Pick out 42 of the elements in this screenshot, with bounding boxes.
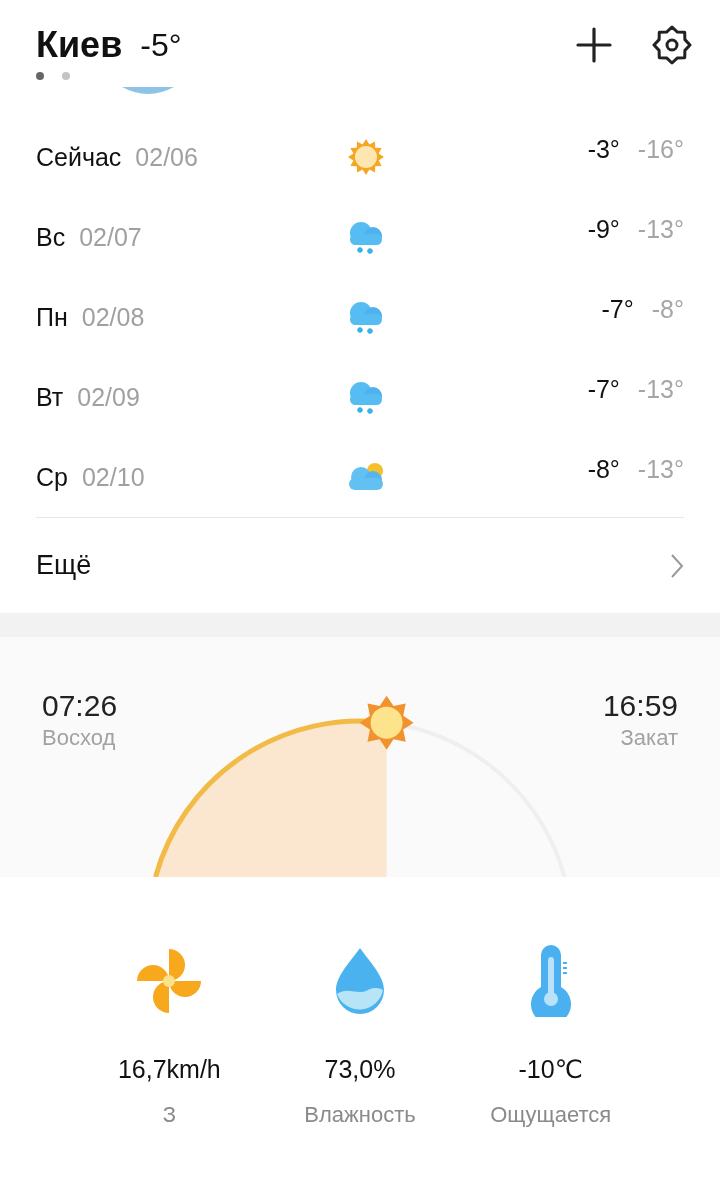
page-indicator-dot[interactable] [36,72,44,80]
date-label: 02/07 [79,222,142,252]
date-label: 02/09 [77,382,140,412]
low-temperature: -13° [637,455,684,484]
sunrise-time: 07:26 [42,689,118,723]
high-temperature: -7° [587,375,620,404]
detail-value: -10℃ [518,1055,583,1084]
low-temperature: -8° [651,295,684,324]
date-label: 02/06 [135,142,198,172]
low-temperature: -13° [637,215,684,244]
high-temperature: -3° [587,135,620,164]
date-label: 02/08 [81,302,145,332]
detail-value: 16,7km/h [117,1055,221,1084]
detail-label: З [162,1102,176,1128]
detail-label: Ощущается [490,1102,612,1128]
detail-value: 73,0% [324,1055,396,1084]
detail-label: Влажность [304,1102,416,1128]
current-temperature: -5° [140,26,182,64]
sun-icon [347,138,385,176]
cloud-sun-icon [346,461,386,493]
sunset-label: Закат [620,725,678,751]
day-label: Сейчас [36,142,122,172]
date-label: 02/10 [81,462,145,492]
water-drop-icon [334,946,386,1016]
day-label: Вс [36,222,66,252]
settings-icon[interactable] [652,25,692,65]
sunrise-label: Восход [42,725,117,751]
page-indicator-dot[interactable] [62,72,70,80]
add-icon[interactable] [574,25,614,65]
high-temperature: -7° [601,295,634,324]
high-temperature: -8° [587,455,620,484]
cloud-edge-icon [122,87,174,95]
city-name: Киев [36,24,123,66]
day-label: Пн [36,302,68,332]
low-temperature: -13° [637,375,684,404]
day-label: Ср [36,462,68,492]
chevron-right-icon [670,552,684,579]
low-temperature: -16° [637,135,684,164]
sunset-time: 16:59 [602,689,678,723]
day-label: Вт [36,382,64,412]
high-temperature: -9° [587,215,620,244]
fan-icon [135,947,204,1015]
